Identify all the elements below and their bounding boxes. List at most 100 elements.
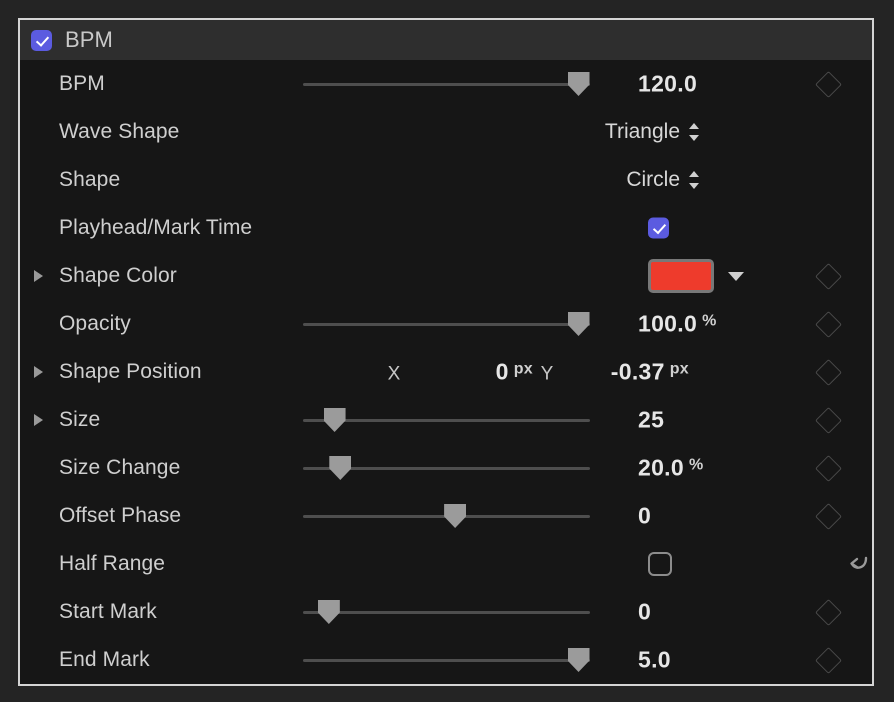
parameter-label: Wave Shape — [59, 120, 180, 143]
slider-handle[interactable] — [317, 600, 340, 624]
value-field[interactable]: 120.0 — [616, 60, 784, 108]
popup-menu[interactable]: Circle — [626, 168, 700, 192]
parameter-row: Playhead/Mark Time — [20, 204, 872, 252]
parameter-label: Offset Phase — [59, 504, 182, 527]
parameter-row: Half Range — [20, 540, 872, 588]
parameter-label: End Mark — [59, 648, 150, 671]
value-field[interactable]: 25 — [616, 396, 784, 444]
slider-handle[interactable] — [323, 408, 346, 432]
value-field[interactable]: 20.0% — [616, 444, 784, 492]
x-value-unit: px — [513, 360, 533, 378]
x-value-field[interactable]: 0 px — [408, 359, 533, 386]
value-number: 25 — [638, 406, 665, 433]
slider-handle[interactable] — [567, 648, 590, 672]
value-field[interactable]: 5.0 — [616, 636, 784, 684]
slider-track — [303, 659, 590, 662]
parameter-label: Playhead/Mark Time — [59, 216, 253, 239]
y-value-field[interactable]: -0.37 px — [561, 359, 689, 386]
x-axis-label: X — [387, 363, 401, 385]
up-down-chevron-icon[interactable] — [689, 170, 700, 190]
parameter-label: Opacity — [59, 312, 131, 335]
parameter-label: BPM — [59, 72, 105, 95]
group-title: BPM — [65, 27, 113, 52]
parameter-row: Start Mark 0 — [20, 588, 872, 636]
value-number: 5.0 — [638, 646, 671, 673]
parameter-row: Shape Circle — [20, 156, 872, 204]
keyframe-diamond-icon[interactable] — [815, 358, 842, 386]
checkbox-checked-icon[interactable] — [648, 217, 669, 239]
slider-handle[interactable] — [567, 312, 590, 336]
keyframe-diamond-icon[interactable] — [815, 406, 842, 434]
parameter-row: Size 25 — [20, 396, 872, 444]
parameter-rows: BPM 120.0 Wave Shape Triangle Shape Circle Pla… — [20, 60, 872, 684]
parameter-label: Half Range — [59, 552, 166, 575]
popup-value: Triangle — [604, 120, 680, 143]
parameter-row: Shape Position X 0 px Y -0.37 px — [20, 348, 872, 396]
value-unit: % — [702, 312, 717, 330]
popup-menu[interactable]: Triangle — [605, 120, 700, 144]
parameter-label: Shape Color — [59, 264, 177, 287]
disclosure-triangle-icon[interactable] — [34, 366, 43, 378]
y-value-number: -0.37 — [610, 358, 665, 385]
parameter-label: Start Mark — [59, 600, 157, 623]
checkbox-cell — [648, 552, 672, 576]
slider-handle[interactable] — [444, 504, 467, 528]
color-swatch[interactable] — [648, 259, 714, 293]
keyframe-diamond-icon[interactable] — [815, 262, 842, 290]
keyframe-diamond-icon[interactable] — [815, 454, 842, 482]
keyframe-diamond-icon[interactable] — [815, 646, 842, 674]
up-down-chevron-icon[interactable] — [689, 122, 700, 142]
keyframe-diamond-icon[interactable] — [815, 70, 842, 98]
chevron-down-icon[interactable] — [728, 271, 744, 281]
slider-track — [303, 323, 590, 326]
parameter-slider[interactable] — [303, 645, 590, 675]
slider-track — [303, 419, 590, 422]
value-number: 0 — [638, 598, 652, 625]
undo-arrow-icon[interactable] — [845, 549, 875, 579]
parameter-slider[interactable] — [303, 453, 590, 483]
popup-value: Circle — [626, 168, 680, 191]
y-value-unit: px — [669, 360, 689, 378]
slider-handle[interactable] — [329, 456, 352, 480]
keyframe-diamond-icon[interactable] — [815, 310, 842, 338]
parameter-row: Size Change 20.0% — [20, 444, 872, 492]
slider-track — [303, 611, 590, 614]
bpm-parameter-panel: BPM BPM 120.0 Wave Shape Triangle Shape Circl… — [18, 18, 874, 686]
value-field[interactable]: 100.0% — [616, 300, 784, 348]
parameter-row: BPM 120.0 — [20, 60, 872, 108]
parameter-slider[interactable] — [303, 309, 590, 339]
parameter-row: End Mark 5.0 — [20, 636, 872, 684]
parameter-slider[interactable] — [303, 597, 590, 627]
checkbox-checked-icon[interactable] — [31, 29, 52, 51]
parameter-label: Size Change — [59, 456, 181, 479]
value-number: 100.0 — [638, 310, 698, 337]
value-number: 20.0 — [638, 454, 684, 481]
keyframe-diamond-icon[interactable] — [815, 598, 842, 626]
value-number: 0 — [638, 502, 652, 529]
group-header-bpm[interactable]: BPM — [20, 20, 872, 60]
parameter-label: Shape Position — [59, 360, 202, 383]
disclosure-triangle-icon[interactable] — [34, 270, 43, 282]
value-field[interactable]: 0 — [616, 492, 784, 540]
parameter-row: Offset Phase 0 — [20, 492, 872, 540]
parameter-label: Size — [59, 408, 101, 431]
parameter-slider[interactable] — [303, 405, 590, 435]
keyframe-diamond-icon[interactable] — [815, 502, 842, 530]
x-value-number: 0 — [495, 358, 509, 385]
parameter-row: Wave Shape Triangle — [20, 108, 872, 156]
xy-value-pair: X 0 px Y -0.37 px — [380, 359, 742, 386]
value-field[interactable]: 0 — [616, 588, 784, 636]
y-axis-label: Y — [540, 363, 554, 385]
checkbox-unchecked-icon[interactable] — [648, 552, 672, 576]
slider-handle[interactable] — [567, 72, 590, 96]
inspector-root: BPM BPM 120.0 Wave Shape Triangle Shape Circl… — [0, 0, 894, 702]
parameter-slider[interactable] — [303, 69, 590, 99]
parameter-row: Opacity 100.0% — [20, 300, 872, 348]
value-unit: % — [688, 456, 704, 474]
disclosure-triangle-icon[interactable] — [34, 414, 43, 426]
parameter-label: Shape — [59, 168, 121, 191]
parameter-row: Shape Color — [20, 252, 872, 300]
parameter-slider[interactable] — [303, 501, 590, 531]
color-control — [648, 259, 744, 293]
slider-track — [303, 83, 590, 86]
